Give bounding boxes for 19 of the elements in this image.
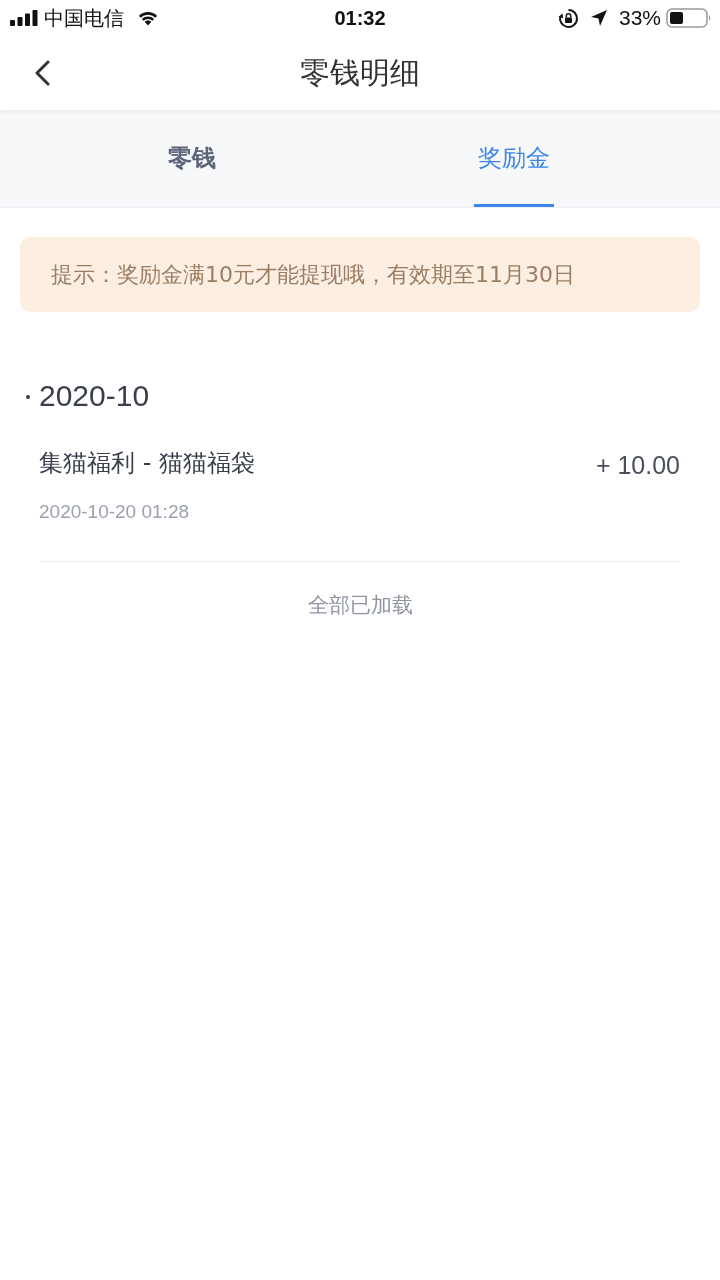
bullet-icon: [26, 395, 30, 399]
wifi-icon: [137, 10, 159, 26]
record-title: 集猫福利 - 猫猫福袋: [39, 448, 255, 479]
tab[interactable]: 零钱: [31, 110, 353, 208]
notice-text: 提示：奖励金满10元才能提现哦，有效期至11月30日: [51, 260, 575, 289]
record-amount: + 10.00: [595, 450, 680, 481]
status-time: 01:32: [333, 6, 387, 31]
rotation-lock-icon: [557, 7, 579, 29]
location-arrow-icon: [589, 9, 608, 27]
signal-icon: [10, 10, 38, 26]
load-status-text: 全部已加载: [307, 592, 413, 619]
battery-icon: [666, 8, 712, 28]
tab[interactable]: 奖励金: [353, 110, 675, 208]
record-time: 2020-10-20 01:28: [39, 500, 189, 524]
back-icon[interactable]: [34, 60, 50, 86]
carrier-name: 中国电信: [44, 6, 124, 30]
page-title: 零钱明细: [300, 54, 420, 92]
battery-percent: 33%: [618, 6, 661, 30]
month-heading: 2020-10: [39, 378, 150, 414]
